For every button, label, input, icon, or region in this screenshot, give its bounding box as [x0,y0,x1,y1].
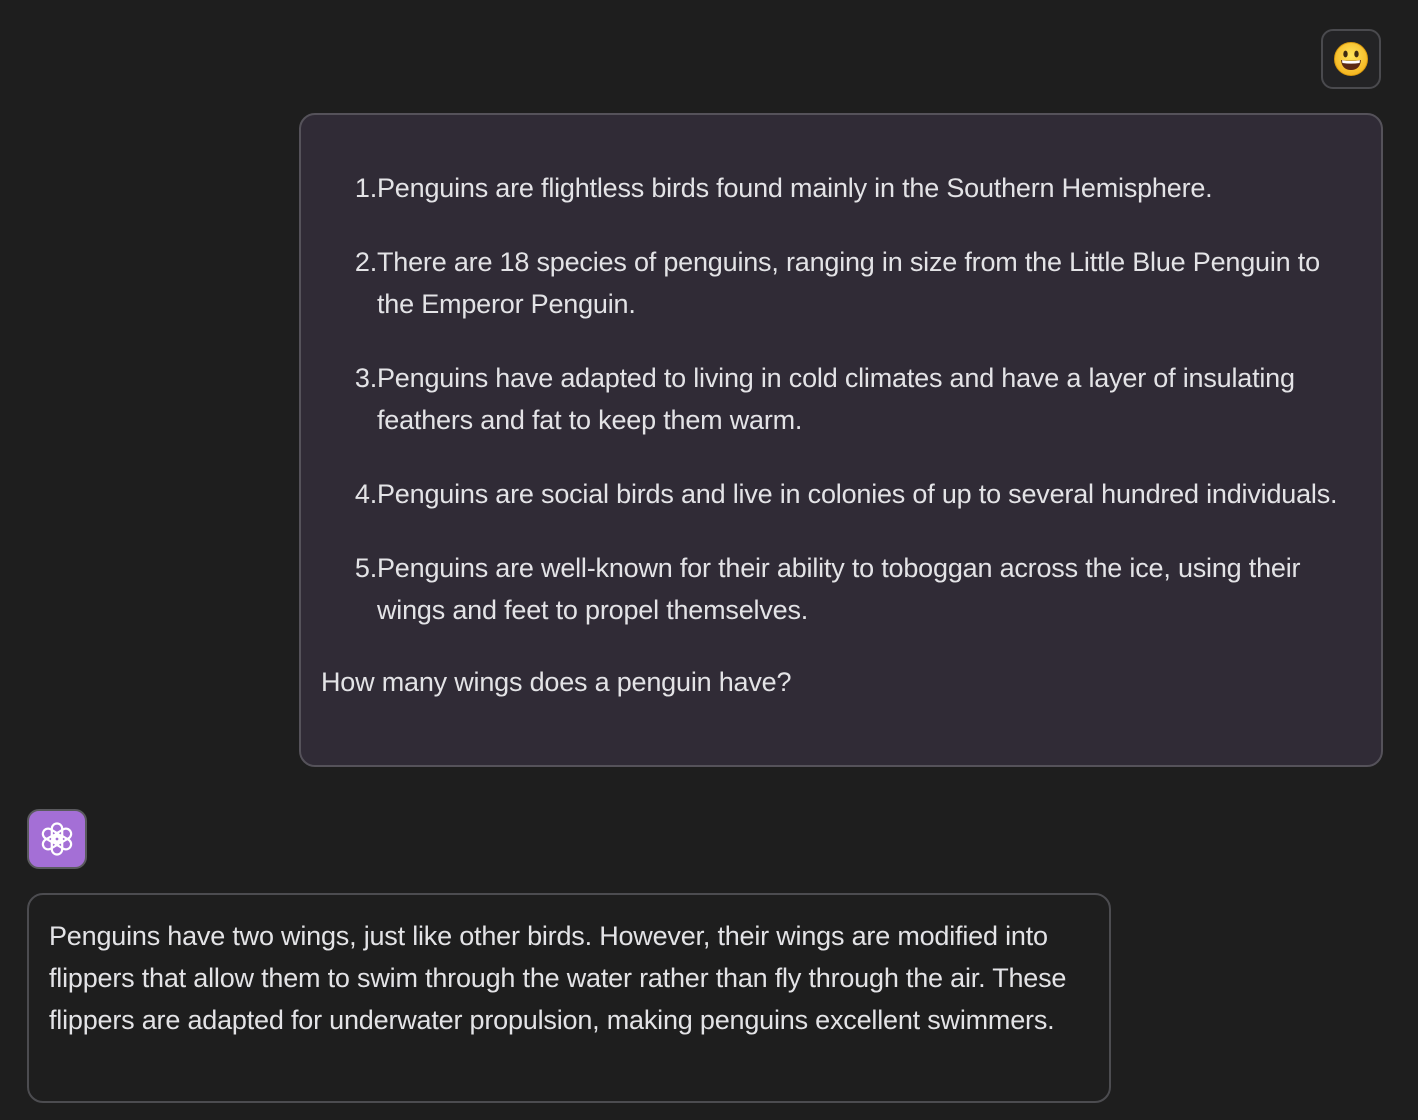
smiley-face-icon [1334,42,1368,76]
user-question: How many wings does a penguin have? [321,667,792,697]
list-item-text: Penguins have adapted to living in cold … [377,363,1295,435]
openai-logo-icon [41,822,73,856]
assistant-message-bubble: Penguins have two wings, just like other… [27,893,1111,1103]
list-item: 4. Penguins are social birds and live in… [321,473,1355,515]
list-item-text: Penguins are flightless birds found main… [377,173,1213,203]
list-item-text: Penguins are well-known for their abilit… [377,553,1301,625]
list-item-text: Penguins are social birds and live in co… [377,479,1338,509]
list-item: 1. Penguins are flightless birds found m… [321,167,1355,209]
assistant-message-text: Penguins have two wings, just like other… [49,921,1067,1035]
list-item-number: 1. [354,173,377,203]
list-item: 2. There are 18 species of penguins, ran… [321,241,1355,325]
list-item-text: There are 18 species of penguins, rangin… [377,247,1320,319]
user-message-bubble: 1. Penguins are flightless birds found m… [299,113,1383,767]
list-item: 5. Penguins are well-known for their abi… [321,547,1355,631]
list-item-number: 5. [354,553,377,583]
list-item-number: 2. [354,247,377,277]
fact-list: 1. Penguins are flightless birds found m… [321,167,1355,631]
user-avatar [1321,29,1381,89]
list-item-number: 3. [354,363,377,393]
list-item-number: 4. [354,479,377,509]
assistant-avatar [27,809,87,869]
list-item: 3. Penguins have adapted to living in co… [321,357,1355,441]
